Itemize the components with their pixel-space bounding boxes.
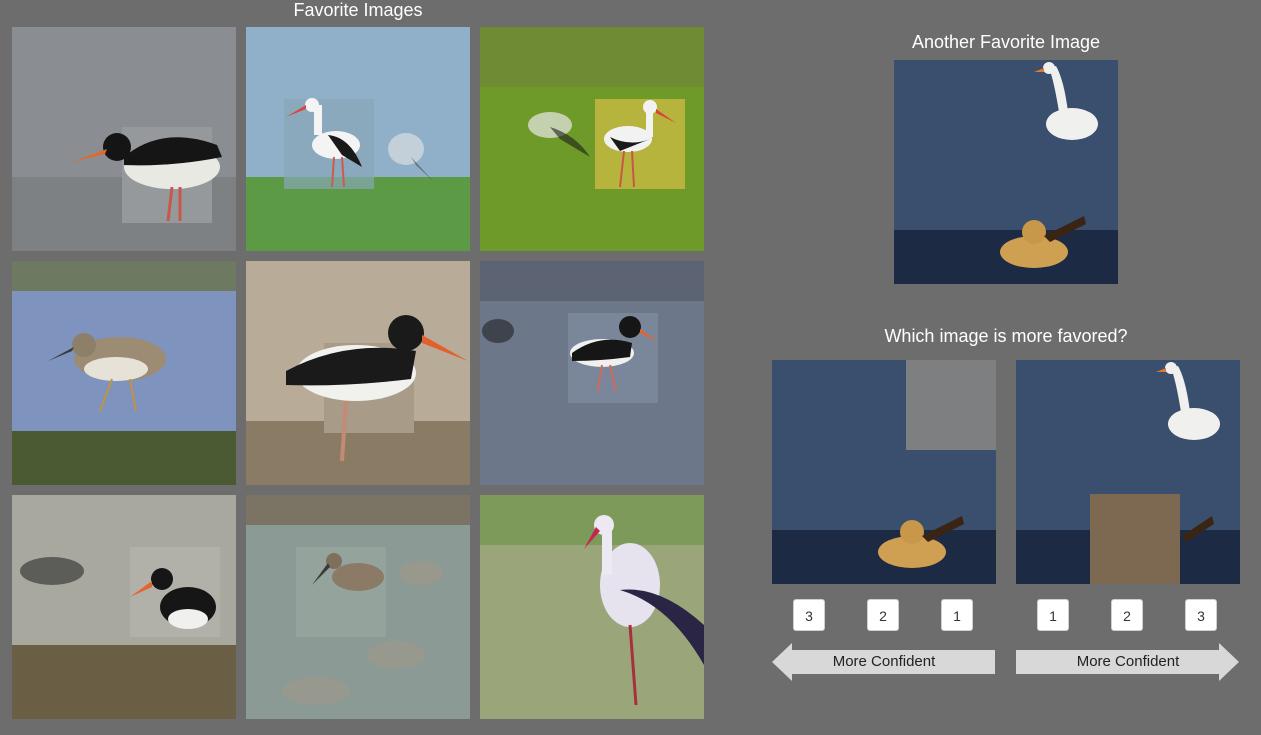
grid-image-oystercatcher-3 (480, 261, 704, 485)
left-arrow-label: More Confident (832, 653, 936, 670)
grid-image-oystercatcher-2 (246, 261, 470, 485)
left-confidence-arrow: More Confident (772, 642, 996, 682)
left-rank-2-button[interactable]: 2 (867, 599, 899, 631)
right-confidence-arrow: More Confident (1016, 642, 1240, 682)
grid-image-oystercatcher-4 (12, 495, 236, 719)
favorite-images-title: Favorite Images (293, 0, 423, 20)
reference-image (894, 60, 1118, 284)
choice-right-image[interactable] (1016, 360, 1240, 584)
grid-image-stork-2 (480, 27, 704, 251)
grid-image-stork-3 (480, 495, 704, 719)
another-favorite-title: Another Favorite Image (911, 32, 1101, 52)
grid-image-godwit-1 (246, 495, 470, 719)
right-rank-2-button[interactable]: 2 (1111, 599, 1143, 631)
grid-image-stork-1 (246, 27, 470, 251)
choice-left-image[interactable] (772, 360, 996, 584)
right-rank-1-button[interactable]: 1 (1037, 599, 1069, 631)
right-rank-3-button[interactable]: 3 (1185, 599, 1217, 631)
occluder-patch (1090, 494, 1180, 584)
left-rank-1-button[interactable]: 1 (941, 599, 973, 631)
right-arrow-label: More Confident (1076, 653, 1180, 670)
grid-image-sandpiper-1 (12, 261, 236, 485)
occluder-patch (906, 360, 996, 450)
left-rank-3-button[interactable]: 3 (793, 599, 825, 631)
comparison-question: Which image is more favored? (884, 326, 1128, 346)
grid-image-oystercatcher-1 (12, 27, 236, 251)
